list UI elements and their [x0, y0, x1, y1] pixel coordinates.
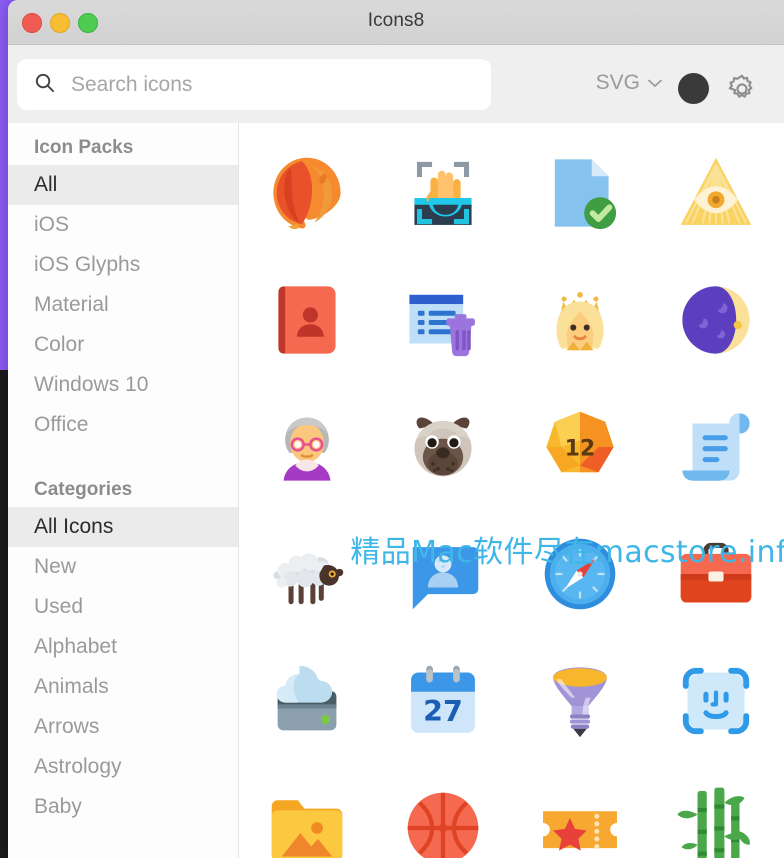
- icon-cell[interactable]: 12: [512, 383, 648, 510]
- dice-value: 12: [564, 436, 594, 461]
- briefcase-icon: [674, 532, 758, 616]
- search-input[interactable]: [69, 71, 473, 98]
- hazelnut-icon: [265, 151, 349, 235]
- cloud-storage-icon: [265, 659, 349, 743]
- gear-icon[interactable]: [725, 72, 759, 106]
- sidebar-item-windows-10[interactable]: Windows 10: [8, 365, 238, 405]
- sidebar-section-title: Categories: [34, 479, 133, 500]
- ticket-star-icon: [538, 786, 622, 858]
- icon-cell[interactable]: [648, 129, 784, 256]
- palm-scan-icon: [401, 151, 485, 235]
- pug-icon: [401, 405, 485, 489]
- sidebar-item-ios-glyphs[interactable]: iOS Glyphs: [8, 245, 238, 285]
- sidebar-divider: [8, 445, 238, 465]
- title-bar: Icons8: [8, 0, 784, 45]
- delete-list-icon: [401, 278, 485, 362]
- sidebar-item-all-icons[interactable]: All Icons: [8, 507, 238, 547]
- icon-cell[interactable]: [375, 256, 511, 383]
- format-label: SVG: [595, 71, 640, 94]
- dice-d12-icon: 12: [538, 405, 622, 489]
- color-swatch-button[interactable]: [678, 73, 709, 104]
- icon-cell[interactable]: [375, 764, 511, 858]
- icon-cell[interactable]: [648, 383, 784, 510]
- sidebar-item-new[interactable]: New: [8, 547, 238, 587]
- reflector-lamp-icon: [538, 659, 622, 743]
- format-dropdown[interactable]: SVG: [596, 71, 662, 95]
- sidebar-item-astrology[interactable]: Astrology: [8, 747, 238, 787]
- calendar-day: 27: [424, 694, 464, 728]
- icon-cell[interactable]: [648, 637, 784, 764]
- sheep-icon: [265, 532, 349, 616]
- sidebar-item-used[interactable]: Used: [8, 587, 238, 627]
- image-folder-icon: [265, 786, 349, 858]
- icon-grid: 12 27: [239, 123, 784, 858]
- icon-cell[interactable]: 27: [375, 637, 511, 764]
- sidebar-item-baby[interactable]: Baby: [8, 787, 238, 827]
- compass-icon: [538, 532, 622, 616]
- icon-cell[interactable]: [648, 764, 784, 858]
- princess-icon: [538, 278, 622, 362]
- icon-cell[interactable]: [375, 510, 511, 637]
- icon-cell[interactable]: [239, 129, 375, 256]
- contact-book-icon: [265, 278, 349, 362]
- chevron-down-icon: [648, 77, 662, 90]
- sidebar-item-arrows[interactable]: Arrows: [8, 707, 238, 747]
- bamboo-icon: [674, 786, 758, 858]
- icon-cell[interactable]: [239, 383, 375, 510]
- sidebar: Icon Packs All iOS iOS Glyphs Material C…: [8, 123, 239, 858]
- search-box[interactable]: [17, 59, 491, 110]
- icon-cell[interactable]: [512, 129, 648, 256]
- icon-cell[interactable]: [648, 510, 784, 637]
- all-seeing-eye-icon: [674, 151, 758, 235]
- sidebar-section-title: Icon Packs: [34, 137, 134, 158]
- window-title: Icons8: [367, 10, 425, 31]
- icon-grid-panel: 12 27 精品Mac软件尽在macstore.info: [239, 123, 784, 858]
- grandmother-icon: [265, 405, 349, 489]
- sidebar-item-office[interactable]: Office: [8, 405, 238, 445]
- toolbar: SVG: [8, 45, 784, 124]
- icon-cell[interactable]: [239, 256, 375, 383]
- scroll-document-icon: [674, 405, 758, 489]
- user-chat-icon: [401, 532, 485, 616]
- sidebar-item-alphabet[interactable]: Alphabet: [8, 627, 238, 667]
- icon-cell[interactable]: [375, 129, 511, 256]
- icon-cell[interactable]: [375, 383, 511, 510]
- icon-cell[interactable]: [512, 256, 648, 383]
- icon-cell[interactable]: [512, 637, 648, 764]
- icon-cell[interactable]: [512, 510, 648, 637]
- icon-cell[interactable]: [239, 637, 375, 764]
- document-check-icon: [538, 151, 622, 235]
- sidebar-section-icon-packs: Icon Packs All iOS iOS Glyphs Material C…: [8, 123, 238, 445]
- calendar-27-icon: 27: [401, 659, 485, 743]
- sidebar-item-color[interactable]: Color: [8, 325, 238, 365]
- face-id-icon: [674, 659, 758, 743]
- basketball-icon: [401, 786, 485, 858]
- sidebar-section-categories: Categories All Icons New Used Alphabet A…: [8, 465, 238, 827]
- sidebar-item-ios[interactable]: iOS: [8, 205, 238, 245]
- icon-cell[interactable]: [239, 510, 375, 637]
- sidebar-item-animals[interactable]: Animals: [8, 667, 238, 707]
- app-window: Icons8 SVG: [8, 0, 784, 858]
- moon-phase-icon: [674, 278, 758, 362]
- search-icon: [33, 71, 56, 99]
- icon-cell[interactable]: [239, 764, 375, 858]
- icon-cell[interactable]: [648, 256, 784, 383]
- sidebar-item-all[interactable]: All: [8, 165, 238, 205]
- sidebar-item-material[interactable]: Material: [8, 285, 238, 325]
- content-area: Icon Packs All iOS iOS Glyphs Material C…: [8, 123, 784, 858]
- icon-cell[interactable]: [512, 764, 648, 858]
